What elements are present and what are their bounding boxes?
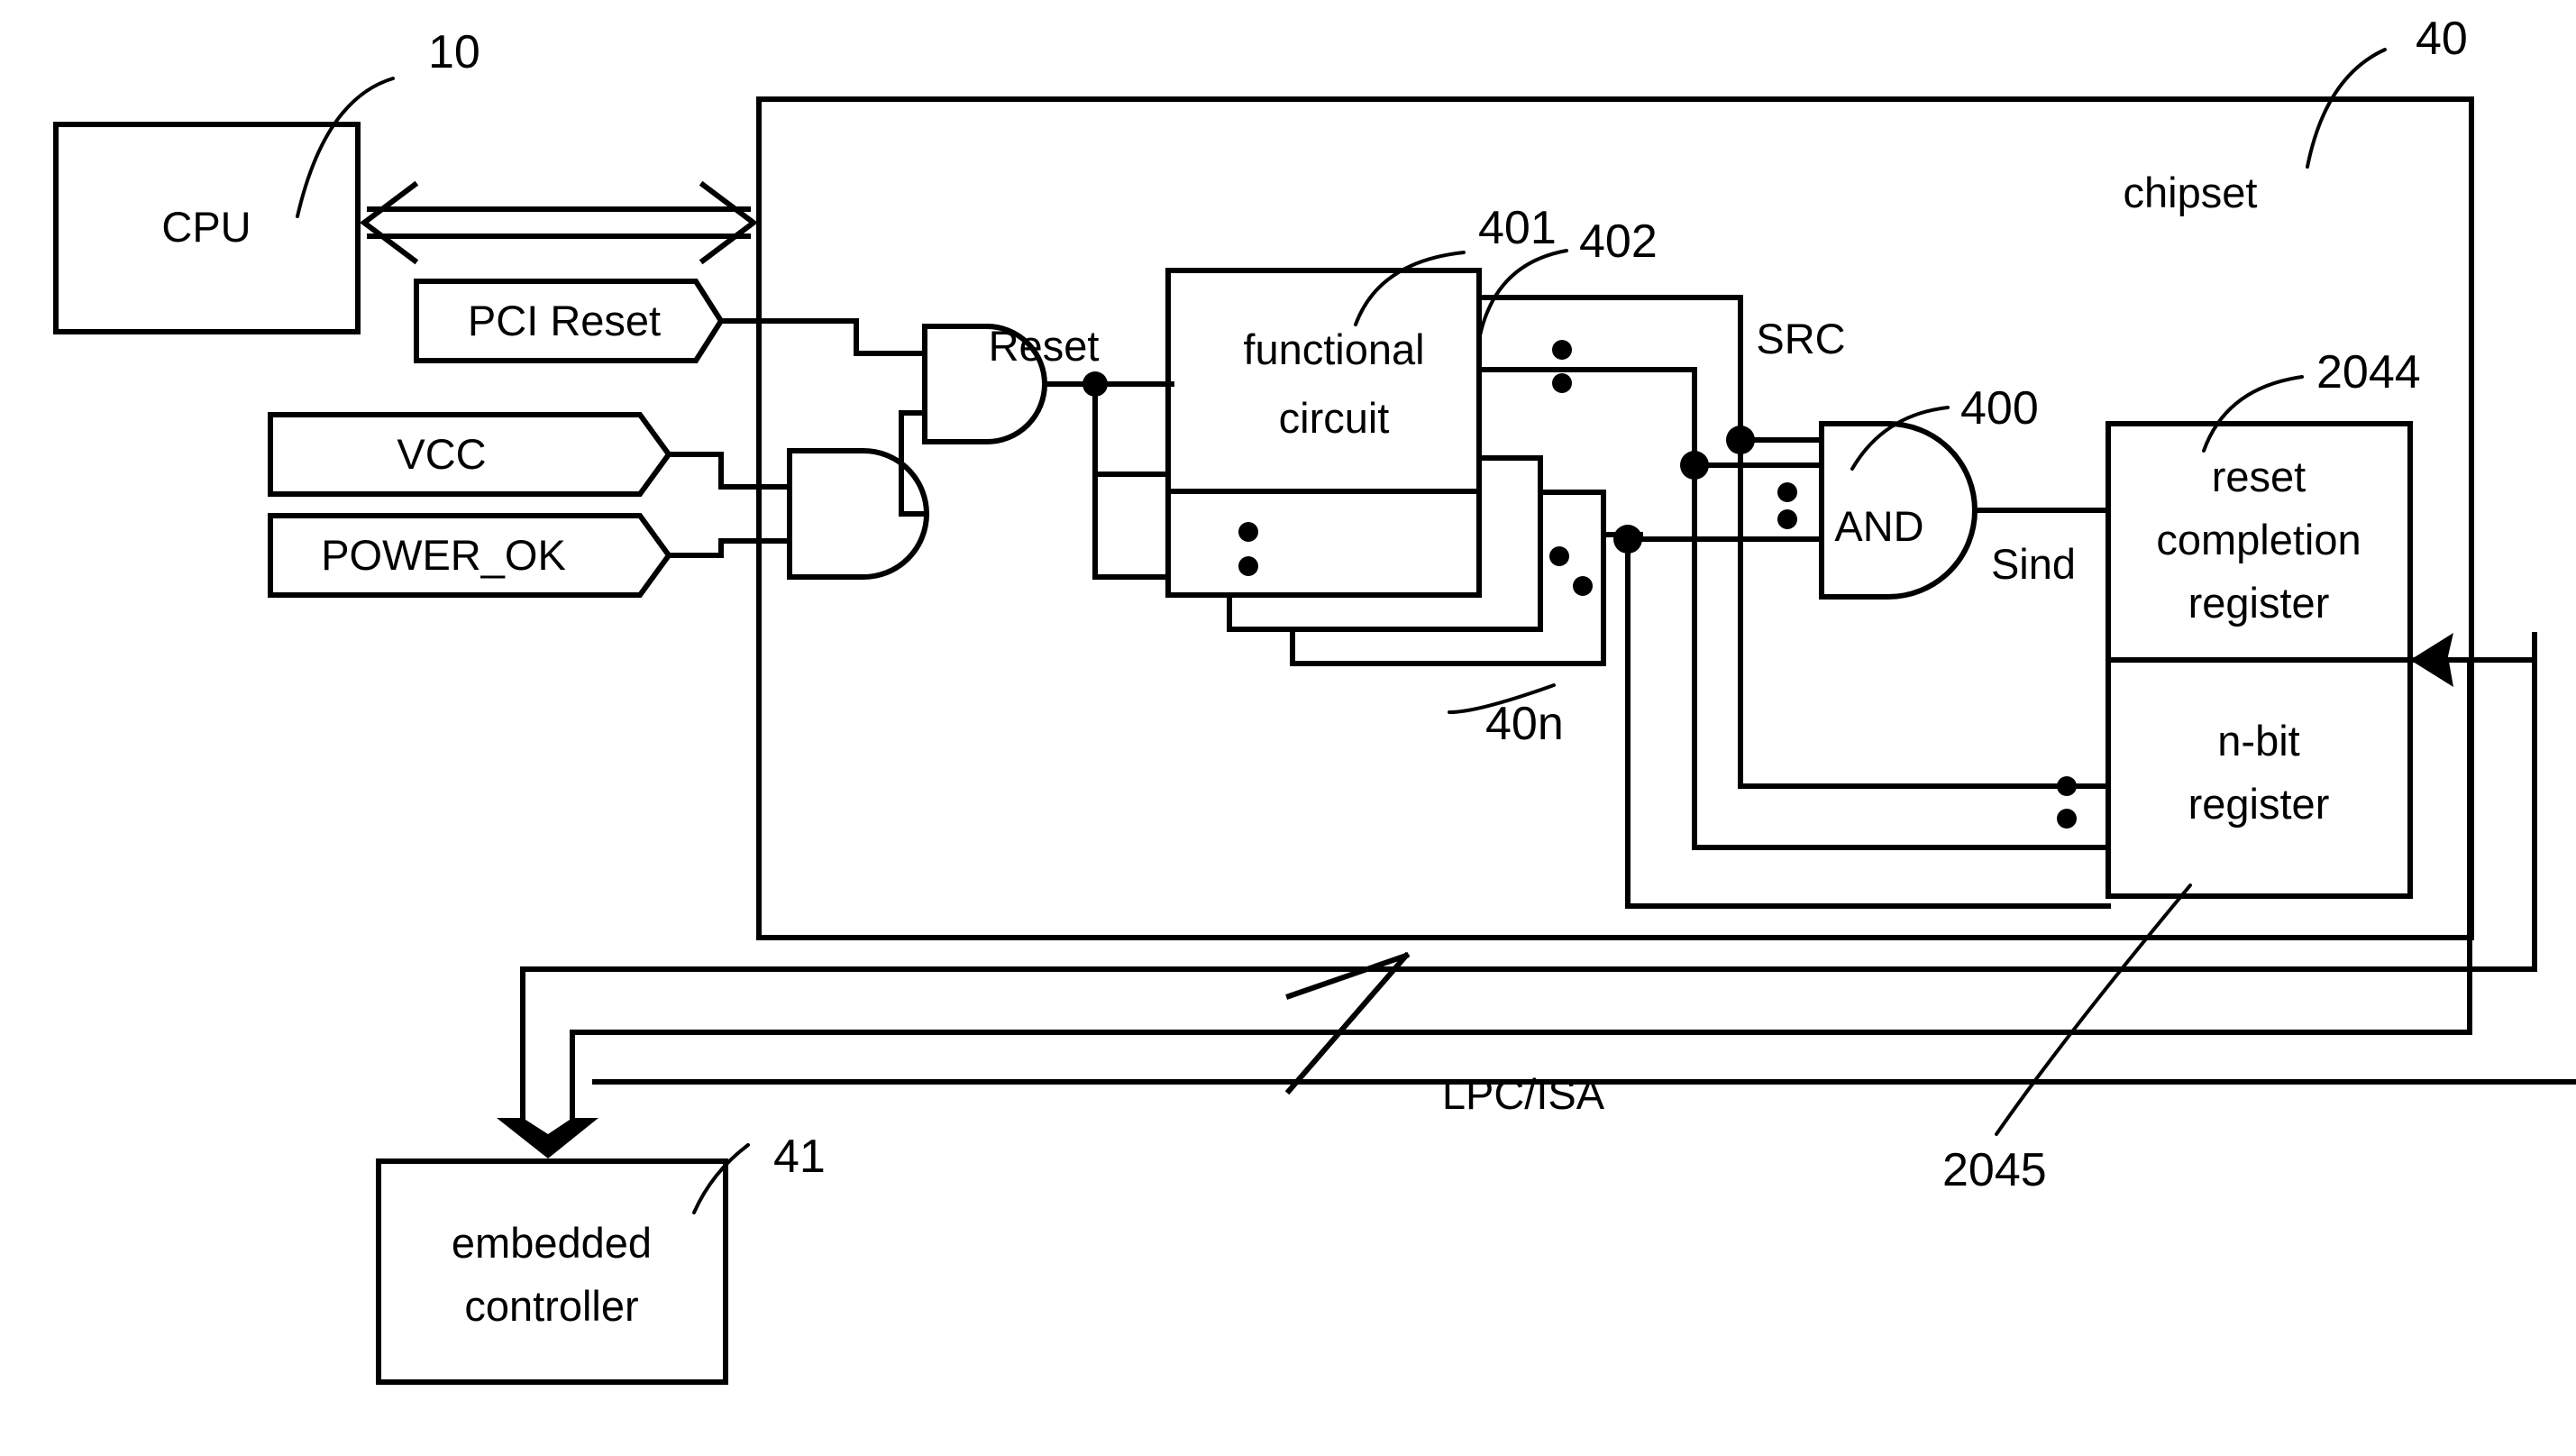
ellipsis-dot — [1573, 576, 1593, 596]
ref-number-functional-circuit-n: 40n — [1485, 698, 1564, 750]
functional-circuit-block-401 — [1165, 268, 1482, 494]
patent-figure-canvas: CPU chipset PCI Reset VCC POWER_OK Reset… — [0, 0, 2576, 1456]
ellipsis-dot — [1238, 522, 1258, 542]
vcc-label: VCC — [397, 430, 486, 478]
nbit-register-label-line1: n-bit — [2217, 717, 2299, 765]
nbit-register-block — [2106, 657, 2413, 899]
circuit-diagram: CPU chipset PCI Reset VCC POWER_OK Reset… — [53, 13, 2576, 1385]
reset-completion-register-label-line2: completion — [2156, 516, 2361, 563]
functional-circuit-label-line1: functional — [1243, 325, 1424, 373]
reset-completion-register-label-line1: reset — [2212, 453, 2307, 500]
cpu-label: CPU — [161, 203, 251, 251]
functional-circuit-label-line2: circuit — [1279, 394, 1390, 442]
ellipsis-dot — [1552, 340, 1572, 360]
ellipsis-dot — [1777, 482, 1797, 502]
ref-number-and-gate: 400 — [1960, 382, 2039, 435]
src-label: SRC — [1756, 315, 1845, 362]
ref-number-embedded-controller: 41 — [773, 1131, 826, 1183]
power-ok-label: POWER_OK — [321, 531, 566, 579]
lpc-isa-label: LPC/ISA — [1442, 1070, 1605, 1118]
ellipsis-dot — [2057, 776, 2077, 796]
ellipsis-dot — [1552, 373, 1572, 393]
chipset-label: chipset — [2124, 169, 2258, 216]
nbit-register-label-line2: register — [2188, 780, 2330, 828]
ref-number-chipset: 40 — [2416, 13, 2468, 65]
sind-label: Sind — [1991, 540, 2076, 588]
ref-number-functional-circuit-out: 402 — [1579, 215, 1658, 268]
ref-number-cpu: 10 — [428, 26, 480, 78]
ellipsis-dot — [1549, 546, 1569, 566]
cpu-chipset-bus — [360, 180, 758, 265]
ref-number-functional-circuit: 401 — [1478, 202, 1557, 254]
ref-number-reset-completion-register: 2044 — [2316, 346, 2421, 398]
embedded-controller-label-line1: embedded — [452, 1219, 652, 1267]
ellipsis-dot — [1238, 556, 1258, 576]
and-gate-400-label: AND — [1834, 502, 1923, 550]
bus-to-ec-arrow — [497, 1118, 598, 1158]
embedded-controller-label-line2: controller — [464, 1282, 638, 1330]
ellipsis-dot — [2057, 809, 2077, 829]
ellipsis-dot — [1777, 509, 1797, 529]
reset-completion-register-label-line3: register — [2188, 579, 2330, 627]
pci-reset-label: PCI Reset — [468, 297, 661, 344]
embedded-controller-block — [376, 1158, 728, 1385]
ref-number-nbit-register: 2045 — [1942, 1144, 2047, 1196]
reset-label: Reset — [989, 322, 1100, 370]
